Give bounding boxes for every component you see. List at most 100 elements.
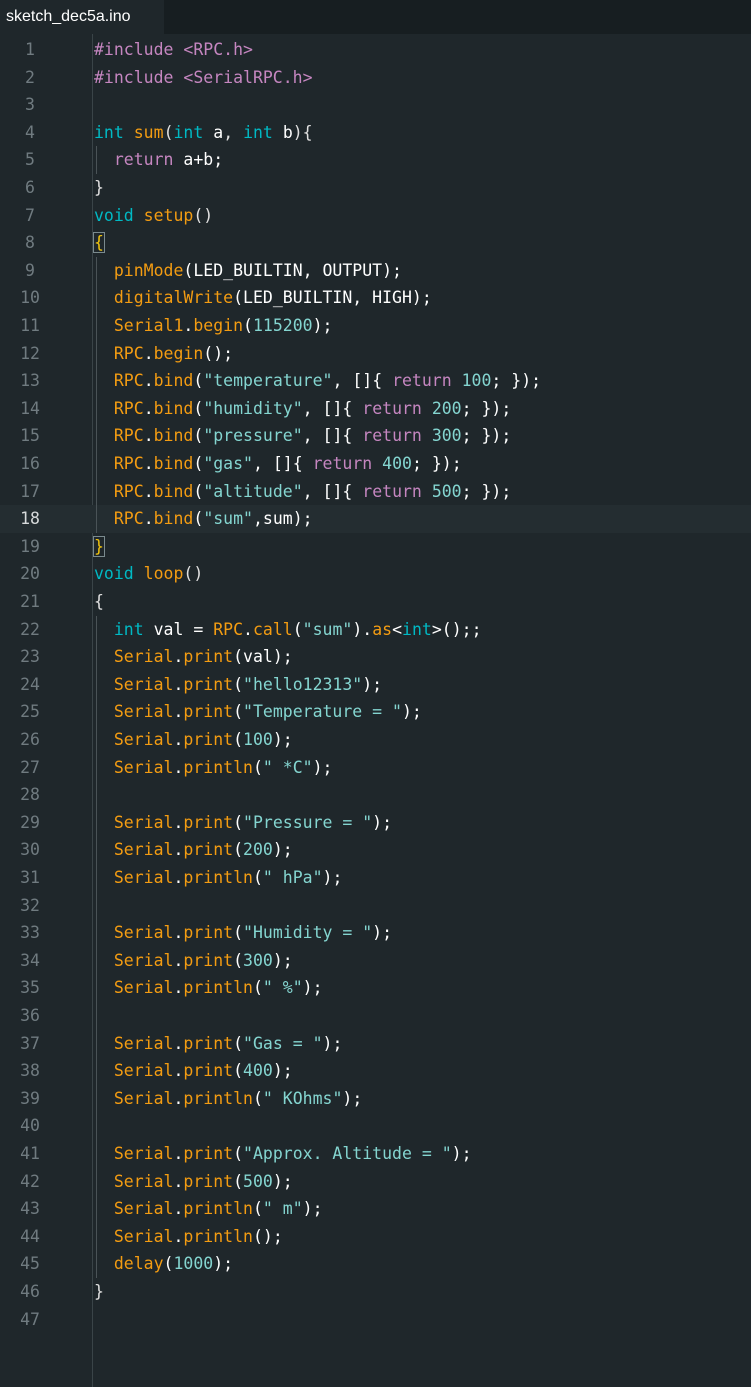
code-line[interactable]: 40: [0, 1112, 751, 1140]
code-token: (: [193, 398, 204, 418]
code-line[interactable]: 37 Serial.print("Gas = ");: [0, 1030, 751, 1058]
code-line[interactable]: 7 void setup(): [0, 202, 751, 230]
code-token: );: [272, 840, 293, 860]
code-line[interactable]: 1 #include <RPC.h>: [0, 36, 751, 64]
code-line[interactable]: 12 RPC.begin();: [0, 340, 751, 368]
code-token: 200: [431, 398, 462, 418]
line-code: RPC.bind("pressure", []{ return 300; });: [94, 422, 511, 450]
code-token: , []{: [302, 398, 363, 418]
code-line[interactable]: 44 Serial.println();: [0, 1223, 751, 1251]
code-line[interactable]: 13 RPC.bind("temperature", []{ return 10…: [0, 367, 751, 395]
code-token: RPC: [113, 454, 144, 473]
code-token: "gas": [203, 454, 253, 473]
line-number: 10: [20, 288, 40, 308]
code-line[interactable]: 29 Serial.print("Pressure = ");: [0, 809, 751, 837]
code-line[interactable]: 20 void loop(): [0, 560, 751, 588]
line-number: 42: [20, 1171, 40, 1191]
line-code: Serial.print("Temperature = ");: [94, 698, 422, 726]
code-line[interactable]: 30 Serial.print(200);: [0, 836, 751, 864]
code-line[interactable]: 19}: [0, 533, 751, 561]
code-line[interactable]: 3: [0, 91, 751, 119]
line-code: Serial.println(" hPa");: [94, 864, 343, 892]
code-token: print: [183, 674, 234, 694]
code-token: Serial: [113, 1226, 174, 1246]
code-token: (LED_BUILTIN, OUTPUT);: [183, 260, 402, 280]
code-token: Serial: [113, 840, 174, 860]
code-line[interactable]: 25 Serial.print("Temperature = ");: [0, 698, 751, 726]
code-editor[interactable]: 1 #include <RPC.h> 2 #include <SerialRPC.h>…: [0, 34, 751, 1387]
code-line[interactable]: 26 Serial.print(100);: [0, 726, 751, 754]
code-token: a: [213, 122, 224, 142]
code-line[interactable]: 46}: [0, 1278, 751, 1306]
line-code: }: [93, 533, 105, 561]
code-token: Serial: [113, 1061, 174, 1081]
code-token: print: [183, 950, 234, 970]
code-token: bind: [153, 398, 194, 418]
code-token: void: [94, 564, 144, 584]
code-token: "Approx. Altitude = ": [243, 1144, 452, 1163]
code-token: (: [252, 1088, 263, 1108]
code-token: return: [392, 371, 462, 391]
code-token: 500: [243, 1171, 273, 1191]
code-line[interactable]: 10 digitalWrite(LED_BUILTIN, HIGH);: [0, 284, 751, 312]
code-token: .: [243, 619, 253, 639]
code-line[interactable]: 45 delay(1000);: [0, 1250, 751, 1278]
code-token: 100: [243, 730, 273, 749]
code-token: " hPa": [262, 868, 323, 887]
code-line[interactable]: 11 Serial1.begin(115200);: [0, 312, 751, 340]
code-line[interactable]: 42 Serial.print(500);: [0, 1168, 751, 1196]
code-token: bind: [153, 509, 194, 529]
code-token: .: [173, 730, 184, 749]
code-token: }: [94, 1282, 104, 1301]
code-line[interactable]: 22 int val = RPC.call("sum").as<int>();;: [0, 616, 751, 644]
line-code: Serial.print("hello12313");: [94, 671, 382, 699]
tab-sketch-file[interactable]: sketch_dec5a.ino: [0, 0, 164, 34]
code-line[interactable]: 24 Serial.print("hello12313");: [0, 671, 751, 699]
code-line[interactable]: 47: [0, 1306, 751, 1334]
line-number: 15: [20, 426, 40, 446]
line-number: 5: [25, 150, 35, 170]
code-token: print: [183, 1033, 234, 1053]
code-line[interactable]: 17 RPC.bind("altitude", []{ return 500; …: [0, 478, 751, 506]
code-token: .: [173, 1199, 184, 1219]
line-number: 47: [20, 1309, 40, 1329]
code-line[interactable]: 35 Serial.println(" %");: [0, 974, 751, 1002]
code-line[interactable]: 4 int sum(int a, int b){: [0, 119, 751, 147]
code-token: call: [252, 619, 293, 639]
line-number: 7: [25, 205, 35, 225]
code-line[interactable]: 23 Serial.print(val);: [0, 643, 751, 671]
code-line[interactable]: 2 #include <SerialRPC.h>: [0, 64, 751, 92]
code-token: 115200: [252, 316, 313, 335]
code-line[interactable]: 18 RPC.bind("sum",sum);: [0, 505, 751, 533]
code-line[interactable]: 34 Serial.print(300);: [0, 947, 751, 975]
code-token: "pressure": [203, 426, 303, 446]
code-line[interactable]: 33 Serial.print("Humidity = ");: [0, 919, 751, 947]
line-code: }: [94, 174, 104, 202]
code-line[interactable]: 8{: [0, 229, 751, 257]
line-code: void loop(): [94, 560, 203, 588]
code-line[interactable]: 41 Serial.print("Approx. Altitude = ");: [0, 1140, 751, 1168]
code-line[interactable]: 9 pinMode(LED_BUILTIN, OUTPUT);: [0, 257, 751, 285]
code-line[interactable]: 15 RPC.bind("pressure", []{ return 300; …: [0, 422, 751, 450]
code-line[interactable]: 36: [0, 1002, 751, 1030]
code-token: "Gas = ": [243, 1033, 323, 1053]
code-line[interactable]: 31 Serial.println(" hPa");: [0, 864, 751, 892]
code-line[interactable]: 5 return a+b;: [0, 146, 751, 174]
code-line[interactable]: 16 RPC.bind("gas", []{ return 400; });: [0, 450, 751, 478]
code-line[interactable]: 27 Serial.println(" *C");: [0, 754, 751, 782]
code-token: (: [193, 371, 204, 391]
line-code: int val = RPC.call("sum").as<int>();;: [94, 616, 482, 644]
code-line[interactable]: 39 Serial.println(" KOhms");: [0, 1085, 751, 1113]
code-token: ; });: [411, 454, 462, 473]
code-token: " KOhms": [262, 1088, 343, 1108]
line-number: 14: [20, 398, 40, 418]
code-token: );: [372, 812, 393, 832]
code-token: print: [183, 923, 234, 943]
code-line[interactable]: 21 {: [0, 588, 751, 616]
code-line[interactable]: 14 RPC.bind("humidity", []{ return 200; …: [0, 395, 751, 423]
code-line[interactable]: 32: [0, 892, 751, 920]
code-line[interactable]: 38 Serial.print(400);: [0, 1057, 751, 1085]
code-line[interactable]: 28: [0, 781, 751, 809]
code-line[interactable]: 43 Serial.println(" m");: [0, 1195, 751, 1223]
code-line[interactable]: 6}: [0, 174, 751, 202]
